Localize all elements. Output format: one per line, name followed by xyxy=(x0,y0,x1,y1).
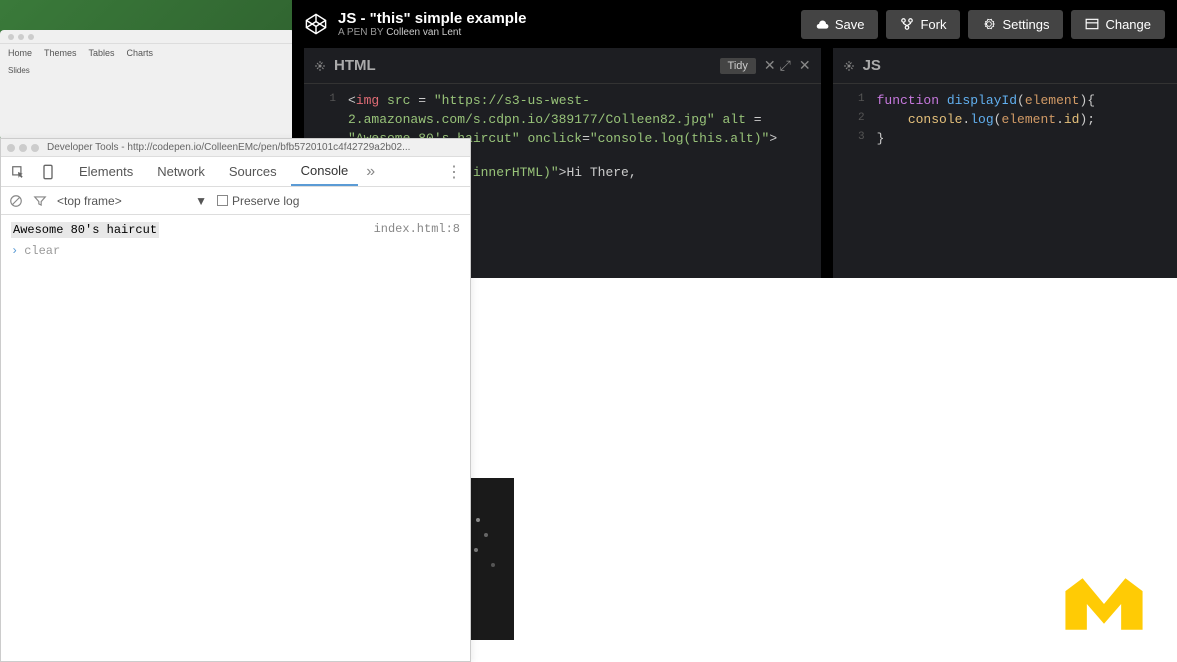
close-icon[interactable]: ✕ xyxy=(764,57,776,74)
prompt-text: clear xyxy=(24,244,60,258)
devtools-url: http://codepen.io/ColleenEMc/pen/bfb5720… xyxy=(127,142,464,153)
inspect-element-icon[interactable] xyxy=(9,163,27,181)
frame-selector[interactable]: <top frame> ▼ xyxy=(57,194,207,208)
close-dot-icon[interactable] xyxy=(7,144,15,152)
console-filter-bar: <top frame> ▼ Preserve log xyxy=(1,187,470,215)
pen-title: JS - "this" simple example xyxy=(338,10,801,27)
zoom-dot-icon[interactable] xyxy=(31,144,39,152)
close-icon[interactable]: ✕ xyxy=(799,57,811,74)
tab-console[interactable]: Console xyxy=(291,157,359,186)
chevron-down-icon: ▼ xyxy=(195,194,207,208)
preview-image[interactable] xyxy=(471,478,514,640)
console-log-row: Awesome 80's haircut index.html:8 xyxy=(11,219,460,241)
tab-network[interactable]: Network xyxy=(147,158,215,185)
save-label: Save xyxy=(835,17,865,32)
fork-button[interactable]: Fork xyxy=(886,10,960,39)
settings-button[interactable]: Settings xyxy=(968,10,1063,39)
more-tabs-icon[interactable]: » xyxy=(366,163,375,181)
header-actions: Save Fork Settings Change xyxy=(801,10,1165,39)
change-label: Change xyxy=(1105,17,1151,32)
pen-byline-prefix: A PEN BY xyxy=(338,27,383,38)
preserve-log-label: Preserve log xyxy=(232,194,299,208)
console-log-source[interactable]: index.html:8 xyxy=(374,222,460,238)
background-app-window: Home Themes Tables Charts Slides xyxy=(0,30,295,140)
window-controls[interactable] xyxy=(7,144,39,152)
console-output[interactable]: Awesome 80's haircut index.html:8 › clea… xyxy=(1,215,470,265)
devtools-window: Developer Tools - http://codepen.io/Coll… xyxy=(0,138,471,662)
devtools-title-prefix: Developer Tools - xyxy=(47,142,125,153)
prompt-caret-icon: › xyxy=(11,244,18,258)
gear-icon xyxy=(982,17,996,31)
js-code-editor[interactable]: 1function displayId(element){ 2 console.… xyxy=(833,84,1177,278)
console-prompt[interactable]: › clear xyxy=(11,241,460,261)
pen-info: JS - "this" simple example A PEN BY Coll… xyxy=(338,10,801,38)
gear-icon[interactable] xyxy=(314,60,326,72)
filter-icon[interactable] xyxy=(33,194,47,208)
html-panel-header: HTML Tidy ✕ ⤢ ✕ xyxy=(304,48,821,84)
pen-subtitle: A PEN BY Colleen van Lent xyxy=(338,27,801,38)
tab-sources[interactable]: Sources xyxy=(219,158,287,185)
frame-label: <top frame> xyxy=(57,194,122,208)
device-mode-icon[interactable] xyxy=(39,163,57,181)
minimize-dot-icon[interactable] xyxy=(19,144,27,152)
tab-elements[interactable]: Elements xyxy=(69,158,143,185)
bg-tab-themes: Themes xyxy=(44,48,77,58)
checkbox-icon xyxy=(217,195,228,206)
codepen-logo-icon xyxy=(304,12,328,36)
bg-tab-home: Home xyxy=(8,48,32,58)
expand-icon[interactable]: ⤢ xyxy=(780,57,791,74)
fork-label: Fork xyxy=(920,17,946,32)
js-panel-title: JS xyxy=(863,57,1167,74)
layout-icon xyxy=(1085,18,1099,30)
change-view-button[interactable]: Change xyxy=(1071,10,1165,39)
save-button[interactable]: Save xyxy=(801,10,879,39)
devtools-tabs: Elements Network Sources Console » ⋮ xyxy=(1,157,470,187)
tidy-button[interactable]: Tidy xyxy=(720,58,756,74)
html-panel-title: HTML xyxy=(334,57,720,74)
bg-tab-tables: Tables xyxy=(89,48,115,58)
pen-author[interactable]: Colleen van Lent xyxy=(386,27,461,38)
js-panel-header: JS xyxy=(833,48,1177,84)
gear-icon[interactable] xyxy=(843,60,855,72)
settings-label: Settings xyxy=(1002,17,1049,32)
devtools-titlebar: Developer Tools - http://codepen.io/Coll… xyxy=(1,139,470,157)
cloud-icon xyxy=(815,18,829,30)
codepen-header: JS - "this" simple example A PEN BY Coll… xyxy=(292,0,1177,48)
michigan-logo-icon xyxy=(1059,574,1149,634)
bg-tab-charts: Charts xyxy=(127,48,154,58)
preserve-log-checkbox[interactable]: Preserve log xyxy=(217,194,299,208)
js-panel: JS 1function displayId(element){ 2 conso… xyxy=(821,48,1177,278)
kebab-menu-icon[interactable]: ⋮ xyxy=(446,162,462,182)
bg-slides-label: Slides xyxy=(8,66,30,75)
clear-console-icon[interactable] xyxy=(9,194,23,208)
fork-icon xyxy=(900,17,914,31)
console-log-message: Awesome 80's haircut xyxy=(11,222,159,238)
